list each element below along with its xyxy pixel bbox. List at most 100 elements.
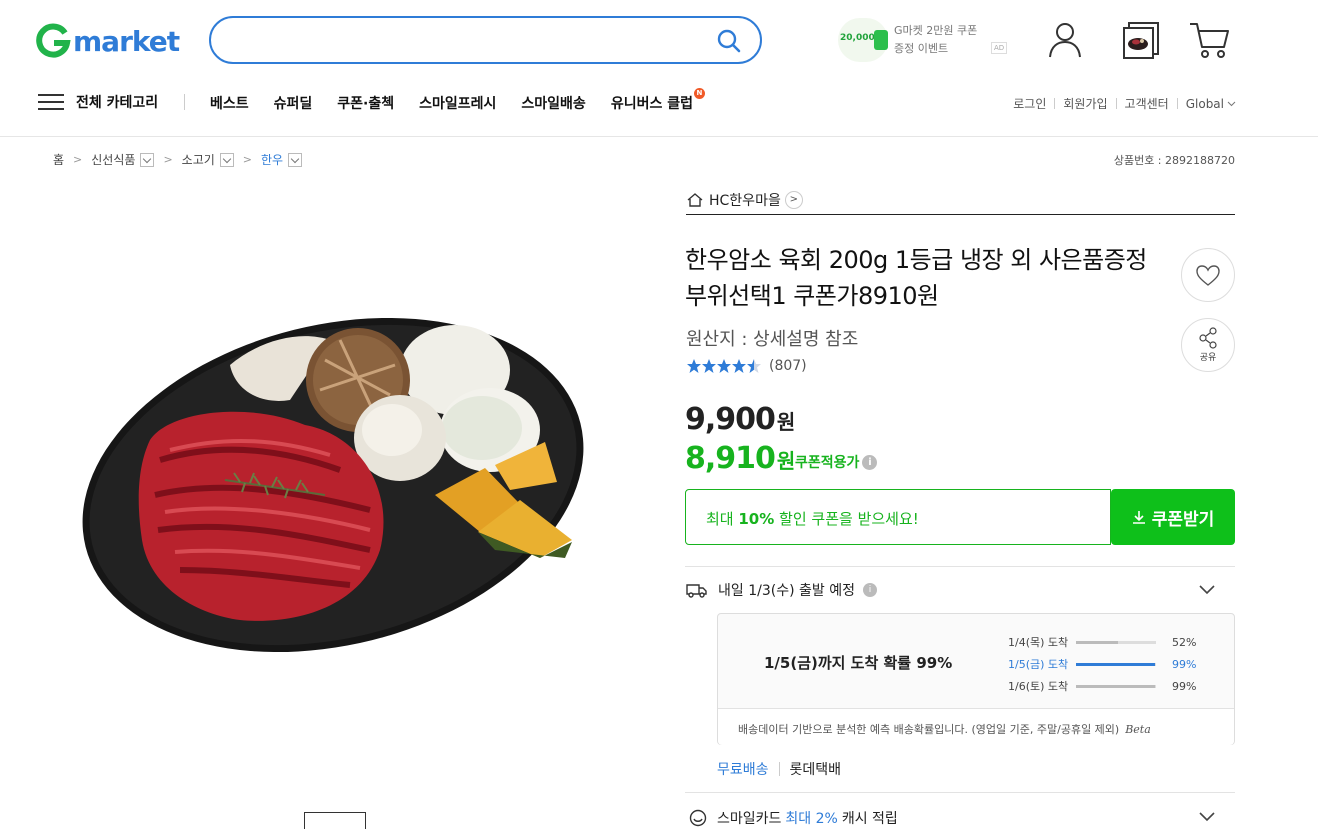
rating[interactable]: (807)	[686, 358, 807, 374]
nav-item-superdeal[interactable]: 슈퍼딜	[274, 93, 313, 113]
promo-amount: 20,000	[840, 33, 875, 43]
hamburger-icon	[38, 92, 64, 112]
recent-viewed-icon[interactable]	[1122, 20, 1160, 60]
chevron-down-icon[interactable]	[1199, 585, 1215, 595]
probability-bar	[1076, 662, 1156, 666]
coupon-price: 8,910 원	[685, 441, 795, 476]
search-box[interactable]	[209, 16, 762, 64]
breadcrumb: 홈 > 신선식품 > 소고기 > 한우	[53, 151, 303, 168]
signup-link[interactable]: 회원가입	[1063, 95, 1107, 112]
coupon-banner: 최대 10% 할인 쿠폰을 받으세요!	[685, 489, 1111, 545]
nav-item-universe-club-label: 유니버스 클럽	[610, 96, 693, 112]
home-icon	[687, 192, 703, 207]
probability-note: 배송데이터 기반으로 분석한 예측 배송확률입니다. (영업일 기준, 주말/공…	[718, 708, 1234, 745]
share-label: 공유	[1199, 353, 1217, 363]
probability-row: 1/6(토) 도착 99%	[1008, 675, 1196, 697]
probability-percent: 99%	[1172, 657, 1197, 671]
currency-label: 원	[776, 410, 796, 434]
free-shipping-label: 무료배송	[717, 762, 769, 778]
probability-rows: 1/4(목) 도착 52% 1/5(금) 도착 99% 1/6(토) 도착 99%	[1008, 631, 1196, 697]
breadcrumb-home[interactable]: 홈	[53, 151, 64, 168]
breadcrumb-dropdown-3[interactable]	[288, 152, 303, 167]
probability-note-text: 배송데이터 기반으로 분석한 예측 배송확률입니다. (영업일 기준, 주말/공…	[738, 723, 1120, 736]
smilecard-benefit[interactable]: 스마일카드 최대 2% 캐시 적립	[689, 808, 898, 828]
get-coupon-button[interactable]: 쿠폰받기	[1111, 489, 1235, 545]
share-button[interactable]: 공유	[1181, 318, 1235, 372]
coupon-banner-percent: 10%	[738, 510, 775, 528]
origin-info: 원산지 : 상세설명 참조	[686, 329, 859, 350]
probability-headline: 1/5(금)까지 도착 확률 99%	[764, 654, 953, 672]
probability-bar-fill	[1076, 662, 1156, 666]
coupon-price-label-text: 쿠폰적용가	[795, 455, 860, 471]
nav-item-smiledelivery[interactable]: 스마일배송	[521, 93, 585, 113]
nav-divider	[184, 94, 185, 110]
search-input[interactable]	[229, 28, 709, 52]
coupon-price-label: 쿠폰적용가 i	[795, 452, 878, 472]
original-price: 9,900 원	[685, 402, 795, 437]
original-price-value: 9,900	[685, 402, 776, 437]
global-link[interactable]: Global	[1186, 97, 1224, 111]
breadcrumb-dropdown-1[interactable]	[140, 152, 155, 167]
arrival-date: 1/6(토) 도착	[1008, 680, 1069, 693]
divider	[778, 762, 780, 776]
probability-percent: 99%	[1172, 679, 1197, 693]
breadcrumb-level2[interactable]: 소고기	[182, 151, 215, 168]
customer-center-link[interactable]: 고객센터	[1125, 95, 1169, 112]
product-number: 상품번호 : 2892188720	[1113, 154, 1235, 167]
image-thumbnail[interactable]	[304, 812, 366, 829]
cart-icon[interactable]	[1188, 20, 1230, 60]
nav-item-universe-club[interactable]: 유니버스 클럽 N	[610, 88, 705, 113]
courier-label: 롯데택배	[789, 762, 842, 778]
user-icon[interactable]	[1047, 20, 1083, 60]
nav-item-coupon[interactable]: 쿠폰·출첵	[337, 93, 394, 113]
section-divider	[685, 566, 1235, 567]
get-coupon-label: 쿠폰받기	[1151, 509, 1215, 529]
probability-bar-fill	[1076, 640, 1118, 644]
coupon-banner-prefix: 최대	[706, 510, 739, 528]
nav-item-smilefresh[interactable]: 스마일프레시	[419, 93, 496, 113]
chevron-right-icon: >	[784, 190, 803, 209]
section-divider	[685, 792, 1235, 793]
login-link[interactable]: 로그인	[1013, 95, 1046, 112]
coupon-coin-graphic: 20,000	[838, 18, 888, 62]
nav-item-best[interactable]: 베스트	[210, 93, 249, 113]
shipping-summary[interactable]: 내일 1/3(수) 출발 예정 i	[686, 580, 877, 600]
coupon-price-value: 8,910	[685, 441, 776, 476]
breadcrumb-level1[interactable]: 신선식품	[91, 151, 135, 168]
new-badge: N	[693, 88, 705, 99]
wishlist-button[interactable]	[1181, 248, 1235, 302]
store-link[interactable]: HC한우마을 >	[686, 185, 1235, 215]
review-count: (807)	[769, 358, 807, 374]
probability-bar	[1076, 640, 1156, 644]
gmarket-g-icon	[36, 23, 71, 58]
all-categories-button[interactable]: 전체 카테고리	[38, 92, 158, 112]
gmarket-logo[interactable]: market	[35, 20, 180, 62]
breadcrumb-level3[interactable]: 한우	[261, 151, 283, 168]
smilecard-prefix: 스마일카드	[717, 811, 782, 827]
probability-bar-fill	[1076, 684, 1156, 688]
product-main-image[interactable]	[40, 190, 640, 810]
arrival-date: 1/4(목) 도착	[1008, 636, 1069, 649]
heart-icon	[1196, 265, 1220, 286]
smile-icon	[689, 809, 707, 827]
main-nav: 전체 카테고리 베스트 슈퍼딜 쿠폰·출첵 스마일프레시 스마일배송 유니버스 …	[0, 82, 1318, 124]
beta-label: Beta	[1125, 723, 1151, 736]
smilecard-rate: 최대 2%	[785, 811, 838, 827]
breadcrumb-separator-icon: >	[73, 153, 83, 166]
info-icon[interactable]: i	[862, 583, 877, 597]
ad-label: AD	[991, 42, 1008, 54]
probability-bar	[1076, 684, 1156, 688]
delivery-probability-box: 1/5(금)까지 도착 확률 99% 1/4(목) 도착 52% 1/5(금) 도착…	[717, 613, 1235, 745]
info-icon[interactable]: i	[862, 454, 878, 470]
breadcrumb-separator-icon: >	[163, 153, 173, 166]
promo-line1: G마켓 2만원 쿠폰	[894, 24, 978, 37]
search-icon[interactable]	[716, 28, 742, 54]
chevron-down-icon[interactable]	[1199, 812, 1215, 822]
breadcrumb-dropdown-2[interactable]	[219, 152, 234, 167]
probability-percent: 52%	[1172, 635, 1197, 649]
shipping-fee-row: 무료배송 롯데택배	[717, 759, 841, 779]
arrival-date: 1/5(금) 도착	[1008, 658, 1069, 671]
rating-stars-icon	[687, 359, 761, 373]
coupon-promo-banner[interactable]: 20,000 G마켓 2만원 쿠폰 증정 이벤트 AD	[838, 18, 1014, 62]
all-categories-label: 전체 카테고리	[76, 95, 159, 111]
